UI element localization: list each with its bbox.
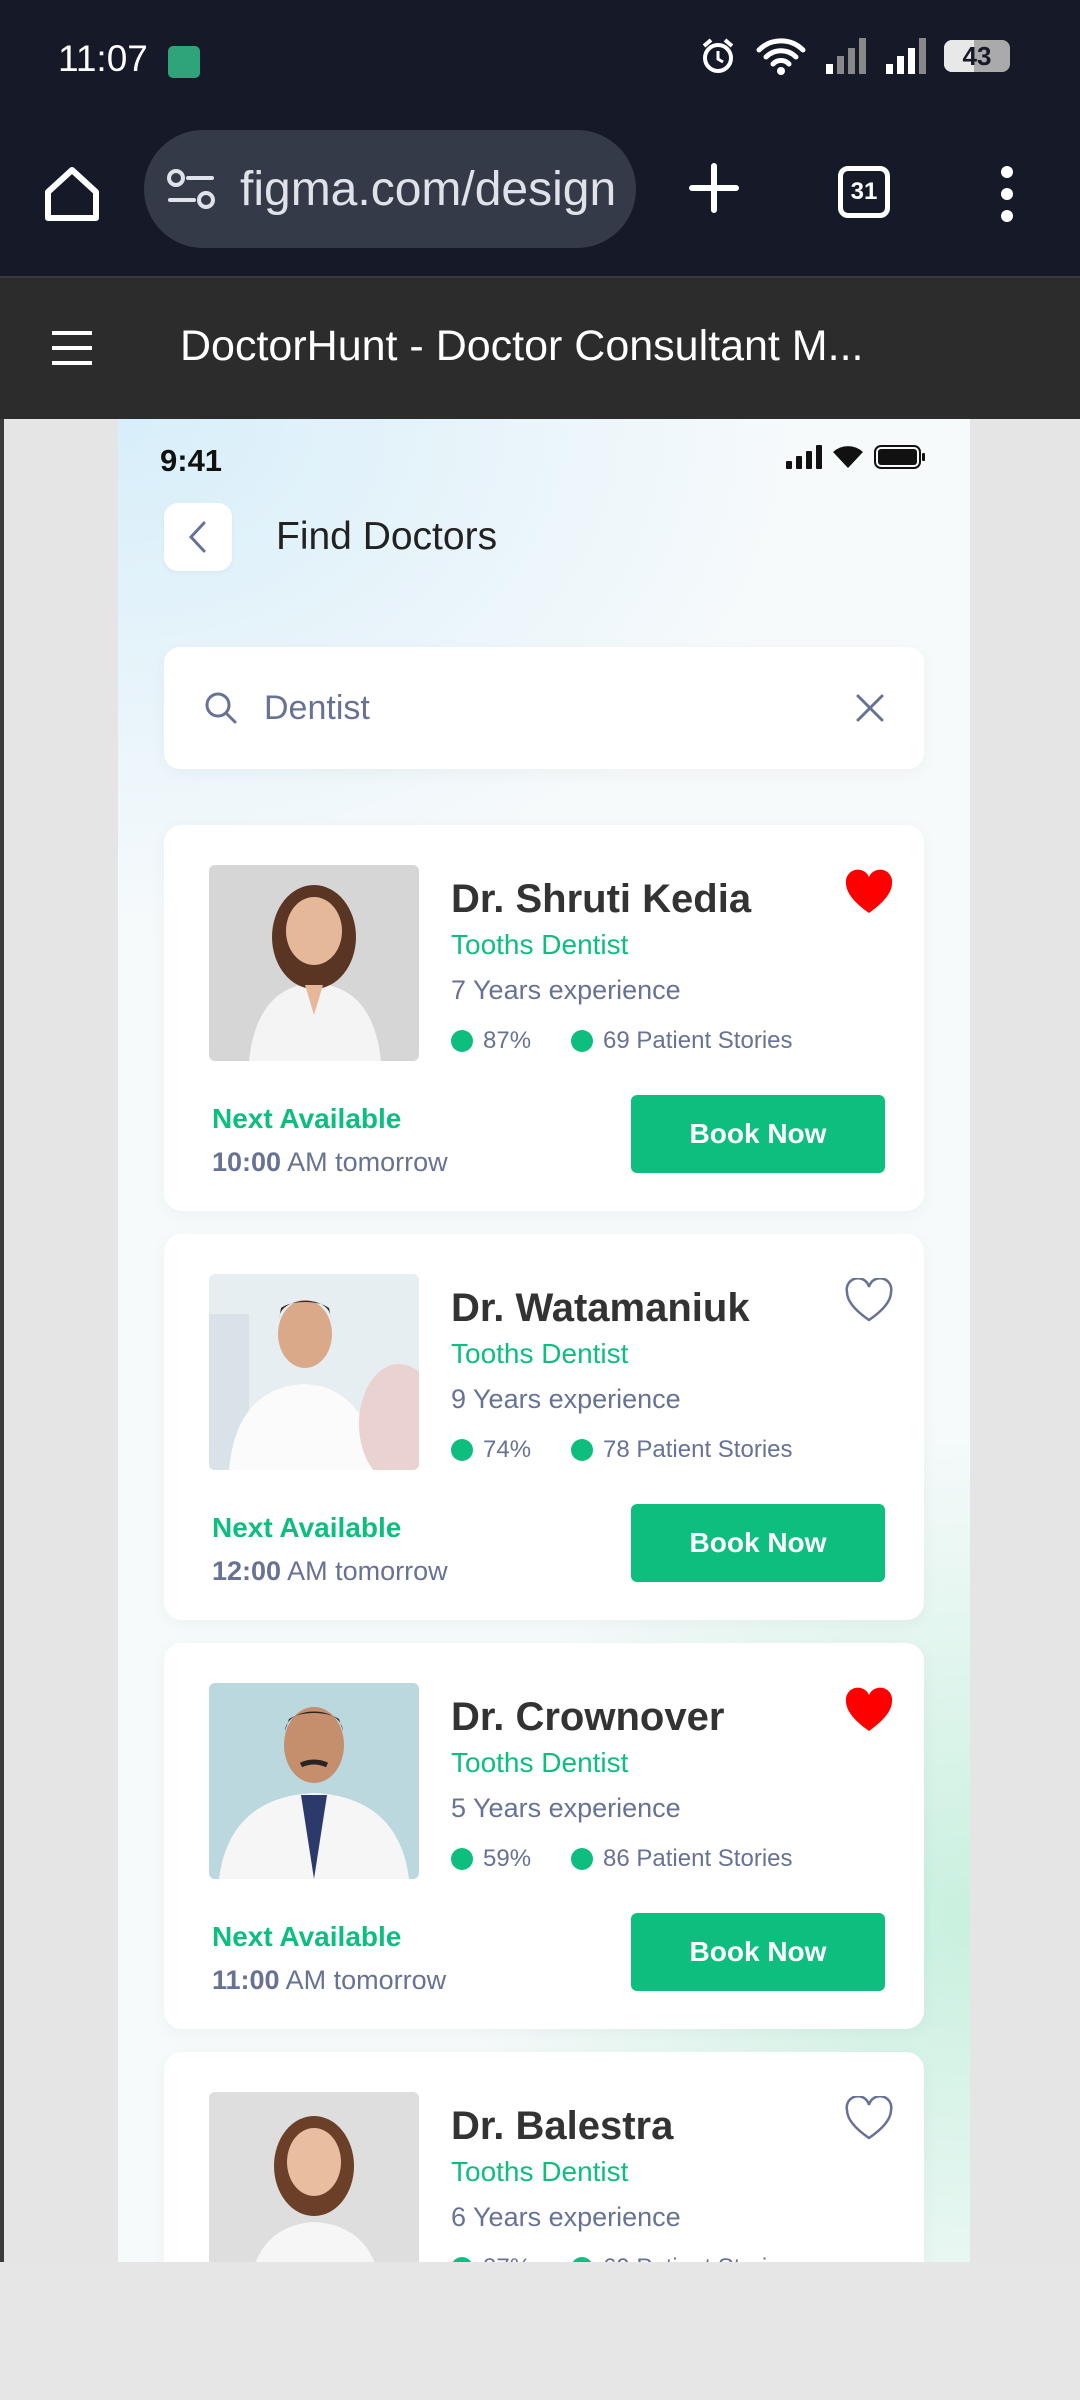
- search-icon: [205, 692, 237, 724]
- system-time: 11:07: [58, 38, 148, 79]
- system-icons: 43: [698, 36, 1010, 76]
- stories-dot: [571, 1848, 594, 1870]
- doctor-experience: 6 Years experience: [451, 2202, 681, 2232]
- phone-status-icons: [786, 445, 926, 469]
- next-available-label: Next Available: [212, 1921, 402, 1952]
- battery-level: 43: [962, 40, 992, 71]
- rating-dot: [451, 1030, 473, 1052]
- doctor-rating: 59%: [483, 1845, 532, 1872]
- home-icon[interactable]: [40, 162, 104, 226]
- next-rest: AM tomorrow: [279, 1965, 447, 1995]
- plus-icon[interactable]: [686, 160, 742, 216]
- phone-wifi-icon: [833, 446, 863, 468]
- doctor-stats: 87% 69 Patient Stories: [451, 1027, 793, 1055]
- wifi-icon: [756, 38, 806, 75]
- cellular-icon: [786, 445, 822, 469]
- stories-dot: [571, 1439, 594, 1461]
- next-available-time: 10:00 AM tomorrow: [212, 1147, 448, 1178]
- heart-icon[interactable]: [844, 2096, 894, 2142]
- doctor-stats: 59% 86 Patient Stories: [451, 1845, 793, 1873]
- next-rest: AM tomorrow: [281, 1147, 448, 1177]
- alarm-icon: [702, 38, 734, 73]
- stories-dot: [571, 2257, 594, 2262]
- book-now-button[interactable]: Book Now: [631, 1504, 885, 1582]
- search-bar: [164, 647, 924, 769]
- rating-dot: [451, 1439, 473, 1461]
- back-chevron-icon: [188, 521, 206, 553]
- canvas-edge: [0, 419, 4, 2262]
- url-text[interactable]: figma.com/design: [240, 162, 616, 217]
- doctor-stories: 69 Patient Stories: [603, 2254, 792, 2262]
- back-button[interactable]: [164, 503, 232, 571]
- figma-header: DoctorHunt - Doctor Consultant M...: [0, 276, 1080, 419]
- doctor-photo: [209, 2092, 419, 2262]
- book-now-button[interactable]: Book Now: [631, 1095, 885, 1173]
- doctor-specialty: Tooths Dentist: [451, 2156, 629, 2187]
- rating-dot: [451, 1848, 473, 1870]
- doctor-stats: 87% 69 Patient Stories: [451, 2254, 793, 2262]
- doctor-photo: [209, 865, 419, 1061]
- doctor-card[interactable]: Dr. Shruti Kedia Tooths Dentist 7 Years …: [164, 825, 924, 1211]
- next-hour: 10:00: [212, 1147, 282, 1177]
- hamburger-icon[interactable]: [50, 330, 94, 366]
- phone-battery-icon: [874, 445, 925, 469]
- system-status-bar: 11:07 43: [0, 0, 1080, 124]
- phone-frame: 9:41 Find Doctors Dr. Shruti Kedia Tooth…: [118, 419, 970, 2262]
- doctor-stories: 69 Patient Stories: [603, 1027, 793, 1054]
- book-now-button[interactable]: Book Now: [631, 1913, 885, 1991]
- doctor-card[interactable]: Dr. Crownover Tooths Dentist 5 Years exp…: [164, 1643, 924, 2029]
- next-available-label: Next Available: [212, 1103, 402, 1134]
- phone-status-time: 9:41: [160, 443, 223, 478]
- next-available-label: Next Available: [212, 1512, 402, 1543]
- doctor-name[interactable]: Dr. Crownover: [451, 1695, 724, 1740]
- more-vert-icon[interactable]: [990, 164, 1024, 224]
- site-settings-icon[interactable]: [166, 167, 216, 211]
- tab-count: 31: [850, 178, 878, 205]
- doctor-specialty: Tooths Dentist: [451, 929, 629, 960]
- next-hour: 12:00: [212, 1556, 282, 1586]
- address-bar[interactable]: figma.com/design: [144, 130, 636, 248]
- signal-icon-2: [886, 38, 926, 74]
- search-input[interactable]: [264, 688, 856, 728]
- notification-app-icon: [168, 46, 200, 78]
- doctor-photo: [209, 1274, 419, 1470]
- page-title: Find Doctors: [276, 515, 498, 558]
- stories-dot: [571, 1030, 594, 1052]
- rating-dot: [451, 2257, 473, 2262]
- doctor-photo: [209, 1683, 419, 1879]
- doctor-stories: 78 Patient Stories: [603, 1436, 793, 1463]
- next-rest: AM tomorrow: [281, 1556, 448, 1586]
- heart-icon[interactable]: [844, 869, 894, 915]
- figma-file-title: DoctorHunt - Doctor Consultant M...: [180, 322, 864, 370]
- doctor-experience: 7 Years experience: [451, 975, 681, 1005]
- doctor-specialty: Tooths Dentist: [451, 1747, 629, 1778]
- heart-icon[interactable]: [844, 1278, 894, 1324]
- close-icon[interactable]: [856, 694, 884, 722]
- tabs-icon[interactable]: 31: [838, 166, 890, 218]
- doctor-card[interactable]: Dr. Balestra Tooths Dentist 6 Years expe…: [164, 2052, 924, 2262]
- doctor-name[interactable]: Dr. Balestra: [451, 2104, 673, 2149]
- doctor-card[interactable]: Dr. Watamaniuk Tooths Dentist 9 Years ex…: [164, 1234, 924, 1620]
- doctor-specialty: Tooths Dentist: [451, 1338, 629, 1369]
- doctor-experience: 9 Years experience: [451, 1384, 681, 1414]
- next-available-time: 11:00 AM tomorrow: [212, 1965, 446, 1996]
- doctor-stories: 86 Patient Stories: [603, 1845, 793, 1872]
- doctor-name[interactable]: Dr. Shruti Kedia: [451, 877, 751, 922]
- doctor-rating: 87%: [483, 1027, 532, 1054]
- heart-icon[interactable]: [844, 1687, 894, 1733]
- doctor-rating: 87%: [483, 2254, 531, 2262]
- browser-toolbar: figma.com/design 31: [0, 124, 1080, 276]
- battery-icon: 43: [944, 40, 1010, 72]
- signal-icon-1: [826, 38, 866, 74]
- doctor-rating: 74%: [483, 1436, 532, 1463]
- next-available-time: 12:00 AM tomorrow: [212, 1556, 448, 1587]
- doctor-name[interactable]: Dr. Watamaniuk: [451, 1286, 750, 1331]
- doctor-stats: 74% 78 Patient Stories: [451, 1436, 793, 1464]
- next-hour: 11:00: [212, 1965, 280, 1995]
- doctor-experience: 5 Years experience: [451, 1793, 681, 1823]
- page-header: Find Doctors: [164, 503, 497, 571]
